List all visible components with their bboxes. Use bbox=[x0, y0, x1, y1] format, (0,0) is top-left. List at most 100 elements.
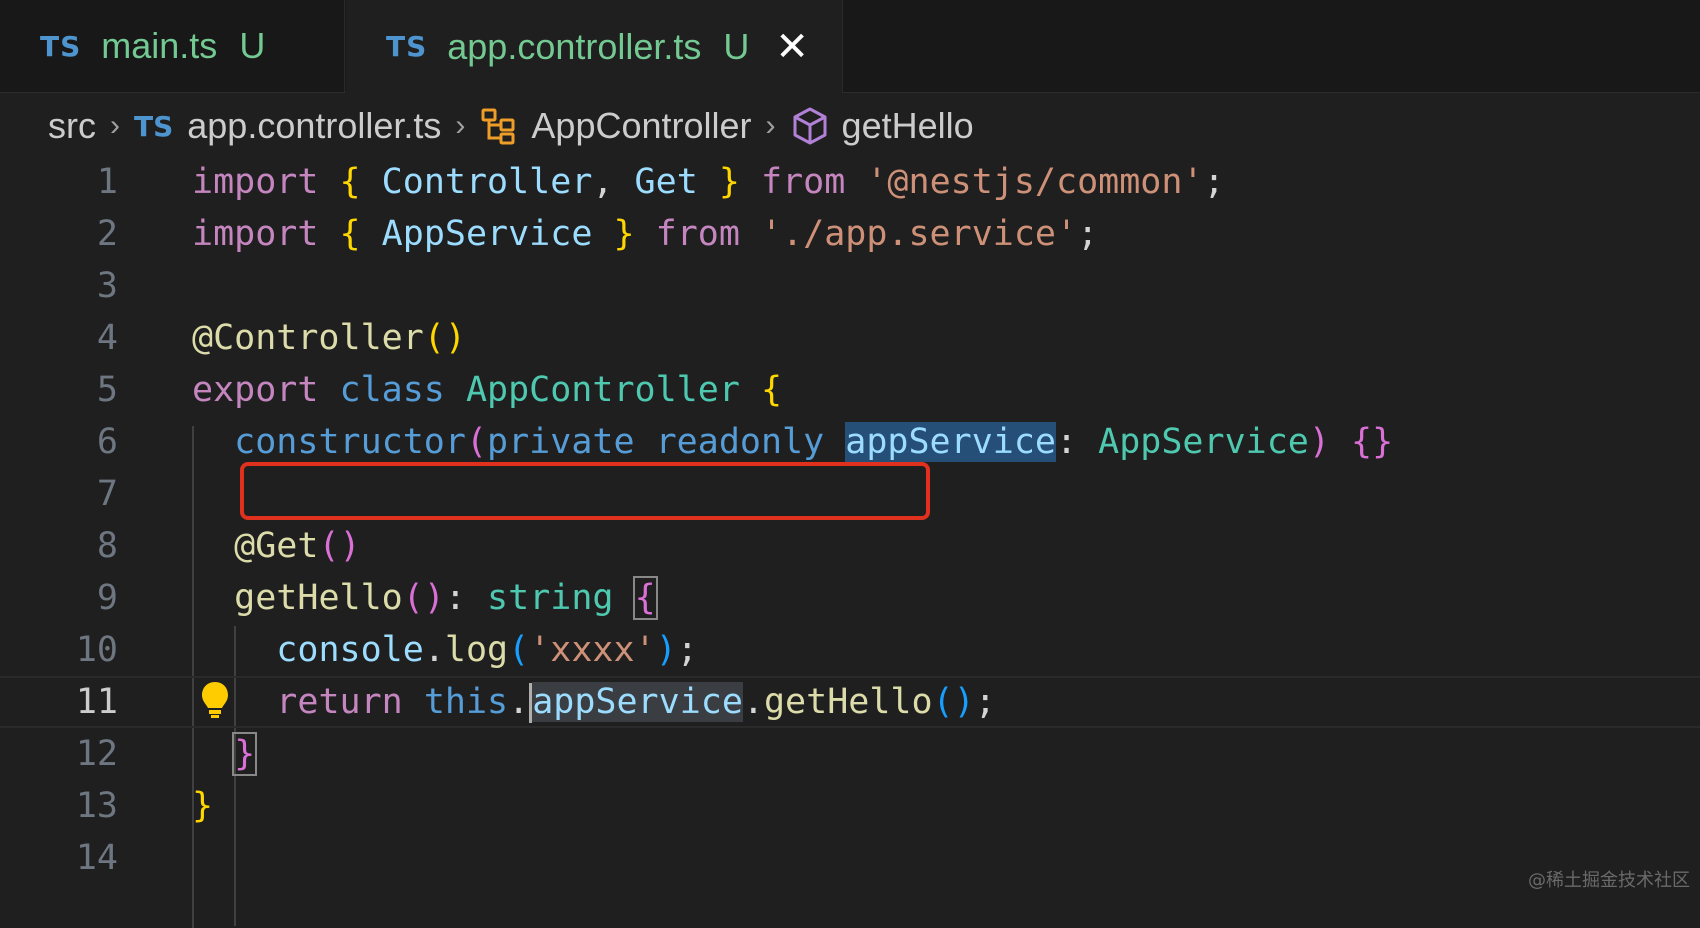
code-token: string bbox=[487, 578, 635, 618]
code-line[interactable]: 10 console.log('xxxx'); bbox=[0, 624, 1700, 676]
code-token: ; bbox=[1077, 214, 1099, 254]
code-line[interactable]: 12 } bbox=[0, 728, 1700, 780]
code-token: import bbox=[192, 214, 340, 254]
code-token: . bbox=[742, 681, 764, 722]
code-text: return this.appService.getHello(); bbox=[192, 681, 996, 723]
code-line[interactable]: 11 return this.appService.getHello(); bbox=[0, 676, 1700, 728]
typescript-file-icon: TS bbox=[386, 30, 428, 63]
editor-tab-bar: TS main.ts U TS app.controller.ts U ✕ bbox=[0, 0, 1700, 93]
code-token: } bbox=[192, 786, 214, 826]
code-token: {} bbox=[1351, 422, 1394, 462]
code-token: import bbox=[192, 162, 340, 202]
line-number: 8 bbox=[96, 526, 118, 566]
code-text: getHello(): string { bbox=[192, 576, 658, 620]
code-token: return bbox=[276, 681, 424, 722]
code-text: constructor(private readonly appService:… bbox=[192, 422, 1393, 462]
lightbulb-icon[interactable] bbox=[200, 680, 230, 725]
code-token: () bbox=[423, 318, 466, 358]
breadcrumb-file[interactable]: app.controller.ts bbox=[187, 105, 441, 147]
code-text: @Get() bbox=[192, 526, 361, 566]
code-token: } bbox=[697, 162, 740, 202]
breadcrumb-folder[interactable]: src bbox=[48, 105, 96, 147]
code-token: 'xxxx' bbox=[529, 630, 656, 670]
code-line[interactable]: 8 @Get() bbox=[0, 520, 1700, 572]
code-token: () bbox=[932, 681, 975, 722]
line-number: 13 bbox=[75, 786, 118, 826]
chevron-right-icon: › bbox=[110, 109, 120, 142]
code-line[interactable]: 4 @Controller() bbox=[0, 312, 1700, 364]
code-token: Controller bbox=[381, 162, 593, 202]
highlight-annotation-box bbox=[240, 462, 930, 520]
line-number: 1 bbox=[96, 162, 118, 202]
code-token: log bbox=[444, 630, 509, 670]
breadcrumb-method[interactable]: getHello bbox=[842, 105, 974, 147]
code-token: Get bbox=[634, 162, 698, 202]
code-text: } bbox=[192, 732, 258, 776]
code-text: import { AppService } from './app.servic… bbox=[192, 214, 1098, 254]
code-token: () bbox=[318, 526, 361, 566]
line-number: 2 bbox=[96, 214, 118, 254]
method-symbol-icon bbox=[790, 106, 830, 146]
line-number: 11 bbox=[75, 682, 118, 722]
code-token: './app.service' bbox=[760, 214, 1078, 254]
code-line[interactable]: 6 constructor(private readonly appServic… bbox=[0, 416, 1700, 468]
code-token: { bbox=[760, 370, 783, 410]
close-icon[interactable]: ✕ bbox=[775, 27, 809, 67]
code-line[interactable]: 5 export class AppController { bbox=[0, 364, 1700, 416]
breadcrumb: src › TS app.controller.ts › AppControll… bbox=[48, 98, 974, 154]
code-line[interactable]: 14 bbox=[0, 832, 1700, 884]
code-token: from bbox=[739, 162, 867, 202]
code-token: . bbox=[423, 630, 445, 670]
chevron-right-icon: › bbox=[455, 109, 466, 142]
line-number: 10 bbox=[75, 630, 118, 670]
class-symbol-icon bbox=[479, 106, 519, 146]
line-number: 3 bbox=[96, 266, 118, 306]
code-line[interactable]: 13} bbox=[0, 780, 1700, 832]
code-token: . bbox=[508, 681, 530, 722]
line-number: 12 bbox=[75, 734, 118, 774]
code-token: this bbox=[423, 681, 509, 722]
code-token: ) bbox=[655, 630, 677, 670]
code-token: readonly bbox=[655, 422, 846, 462]
watermark: @稀土掘金技术社区 bbox=[1528, 870, 1690, 891]
code-token: : bbox=[1055, 422, 1099, 462]
code-token: ) bbox=[1308, 422, 1330, 462]
code-token: ( bbox=[465, 422, 488, 462]
code-token: } bbox=[592, 214, 635, 254]
line-number: 14 bbox=[75, 838, 118, 878]
line-number: 6 bbox=[96, 422, 118, 462]
typescript-file-icon: TS bbox=[134, 109, 174, 143]
code-token: @Get bbox=[234, 526, 319, 566]
code-line[interactable]: 2 import { AppService } from './app.servi… bbox=[0, 208, 1700, 260]
tab-app-controller-ts[interactable]: TS app.controller.ts U ✕ bbox=[346, 0, 843, 93]
line-number: 5 bbox=[96, 370, 118, 410]
code-line[interactable]: 3 bbox=[0, 260, 1700, 312]
code-line[interactable]: 1 import { Controller, Get } from '@nestj… bbox=[0, 156, 1700, 208]
code-token: appService bbox=[532, 681, 743, 722]
code-token: @Controller bbox=[192, 318, 424, 358]
code-token: getHello bbox=[234, 578, 403, 618]
code-token: { bbox=[632, 576, 658, 620]
code-text: export class AppController { bbox=[192, 370, 782, 410]
code-token: AppService bbox=[1098, 422, 1309, 462]
code-token: { bbox=[339, 214, 382, 254]
code-token: constructor bbox=[234, 422, 466, 462]
breadcrumb-class[interactable]: AppController bbox=[531, 105, 751, 147]
code-token: AppController bbox=[465, 370, 761, 410]
code-text: console.log('xxxx'); bbox=[192, 630, 697, 670]
code-token: : bbox=[444, 578, 488, 618]
code-line[interactable]: 9 getHello(): string { bbox=[0, 572, 1700, 624]
code-token: private bbox=[487, 422, 656, 462]
code-token: } bbox=[232, 732, 258, 776]
line-number: 9 bbox=[96, 578, 118, 618]
code-editor[interactable]: 1 import { Controller, Get } from '@nestj… bbox=[0, 156, 1700, 928]
code-token: () bbox=[402, 578, 445, 618]
tab-main-ts[interactable]: TS main.ts U bbox=[0, 0, 345, 92]
typescript-file-icon: TS bbox=[40, 29, 82, 63]
tab-label: main.ts bbox=[101, 25, 218, 66]
code-token: '@nestjs/common' bbox=[866, 162, 1204, 202]
